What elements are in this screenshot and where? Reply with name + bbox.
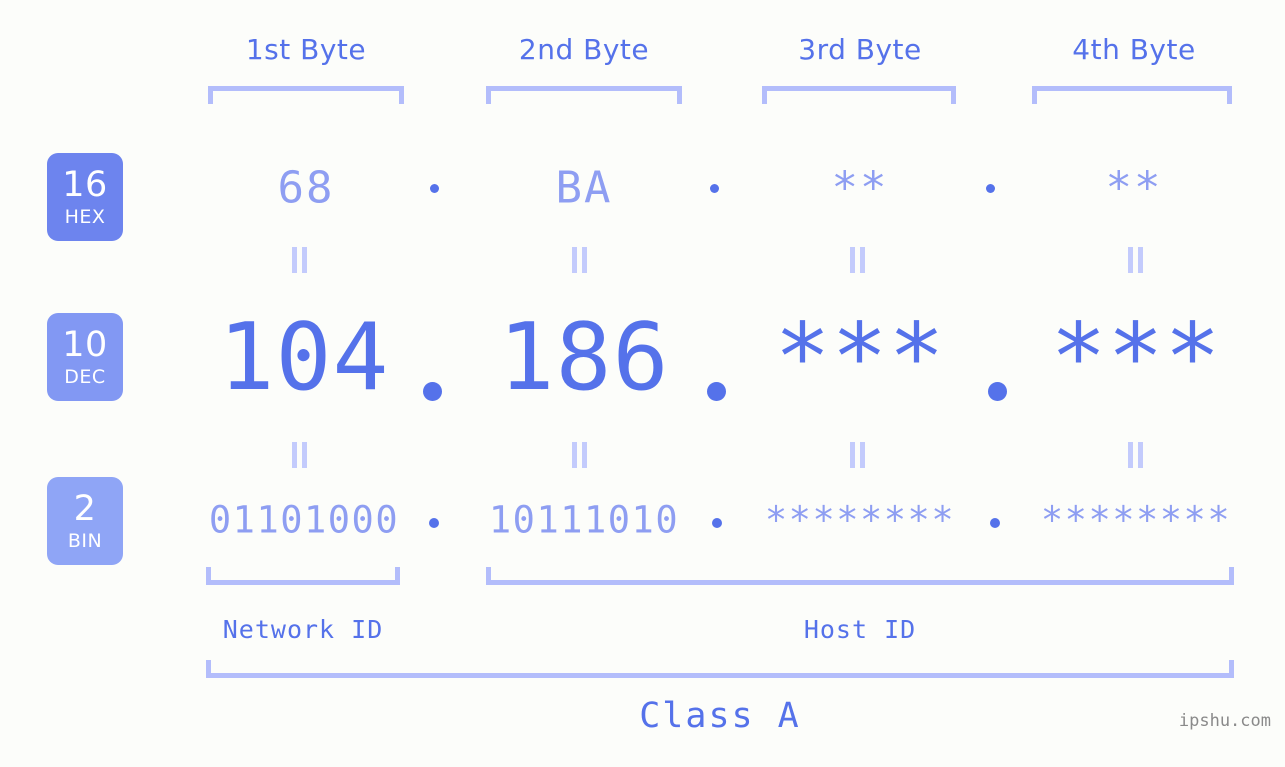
dec-separator-dot-1: [423, 382, 442, 401]
radix-badge-bin-number: 2: [73, 488, 97, 529]
radix-badge-bin: 2 BIN: [47, 477, 123, 565]
equals-mark-dec-bin-4: [1128, 442, 1144, 468]
bin-separator-dot-3: [990, 518, 1000, 528]
radix-badge-bin-name: BIN: [67, 529, 103, 552]
radix-badge-hex-number: 16: [62, 164, 108, 205]
byte-header-4: 4th Byte: [1072, 33, 1196, 66]
dec-separator-dot-3: [988, 382, 1007, 401]
class-label: Class A: [639, 696, 801, 736]
network-id-bracket: [206, 567, 400, 585]
bin-byte-4: ********: [1040, 498, 1232, 542]
bin-byte-1: 01101000: [208, 498, 400, 542]
hex-separator-dot-2: [710, 184, 719, 193]
hex-separator-dot-3: [986, 184, 995, 193]
byte-header-2: 2nd Byte: [518, 33, 650, 66]
equals-mark-hex-dec-4: [1128, 247, 1144, 273]
radix-badge-hex: 16 HEX: [47, 153, 123, 241]
site-watermark: ipshu.com: [1178, 711, 1271, 731]
bin-separator-dot-1: [429, 518, 439, 528]
byte-header-1: 1st Byte: [245, 33, 367, 66]
hex-byte-2: BA: [555, 162, 613, 214]
dec-byte-4: ***: [1050, 303, 1222, 411]
byte-bracket-top-3: [762, 86, 956, 104]
equals-mark-dec-bin-3: [850, 442, 866, 468]
radix-badge-dec-name: DEC: [64, 365, 106, 388]
class-bracket: [206, 660, 1234, 678]
dec-byte-2: 186: [498, 303, 670, 411]
bin-separator-dot-2: [712, 518, 722, 528]
hex-byte-1: 68: [277, 162, 335, 214]
ip-address-breakdown-diagram: 1st Byte 2nd Byte 3rd Byte 4th Byte 16 H…: [0, 0, 1285, 767]
hex-byte-4: **: [1105, 162, 1163, 214]
radix-badge-hex-name: HEX: [64, 205, 106, 228]
host-id-label: Host ID: [803, 615, 917, 644]
byte-bracket-top-1: [208, 86, 404, 104]
host-id-bracket: [486, 567, 1234, 585]
equals-mark-hex-dec-2: [572, 247, 588, 273]
equals-mark-hex-dec-3: [850, 247, 866, 273]
hex-byte-3: **: [831, 162, 889, 214]
hex-separator-dot-1: [430, 184, 439, 193]
dec-separator-dot-2: [707, 382, 726, 401]
byte-header-3: 3rd Byte: [798, 33, 922, 66]
byte-bracket-top-4: [1032, 86, 1232, 104]
dec-byte-1: 104: [218, 303, 390, 411]
network-id-label: Network ID: [222, 615, 384, 644]
bin-byte-2: 10111010: [488, 498, 680, 542]
dec-byte-3: ***: [774, 303, 946, 411]
radix-badge-dec-number: 10: [62, 324, 108, 365]
equals-mark-hex-dec-1: [292, 247, 308, 273]
bin-byte-3: ********: [764, 498, 956, 542]
equals-mark-dec-bin-2: [572, 442, 588, 468]
byte-bracket-top-2: [486, 86, 682, 104]
equals-mark-dec-bin-1: [292, 442, 308, 468]
radix-badge-dec: 10 DEC: [47, 313, 123, 401]
